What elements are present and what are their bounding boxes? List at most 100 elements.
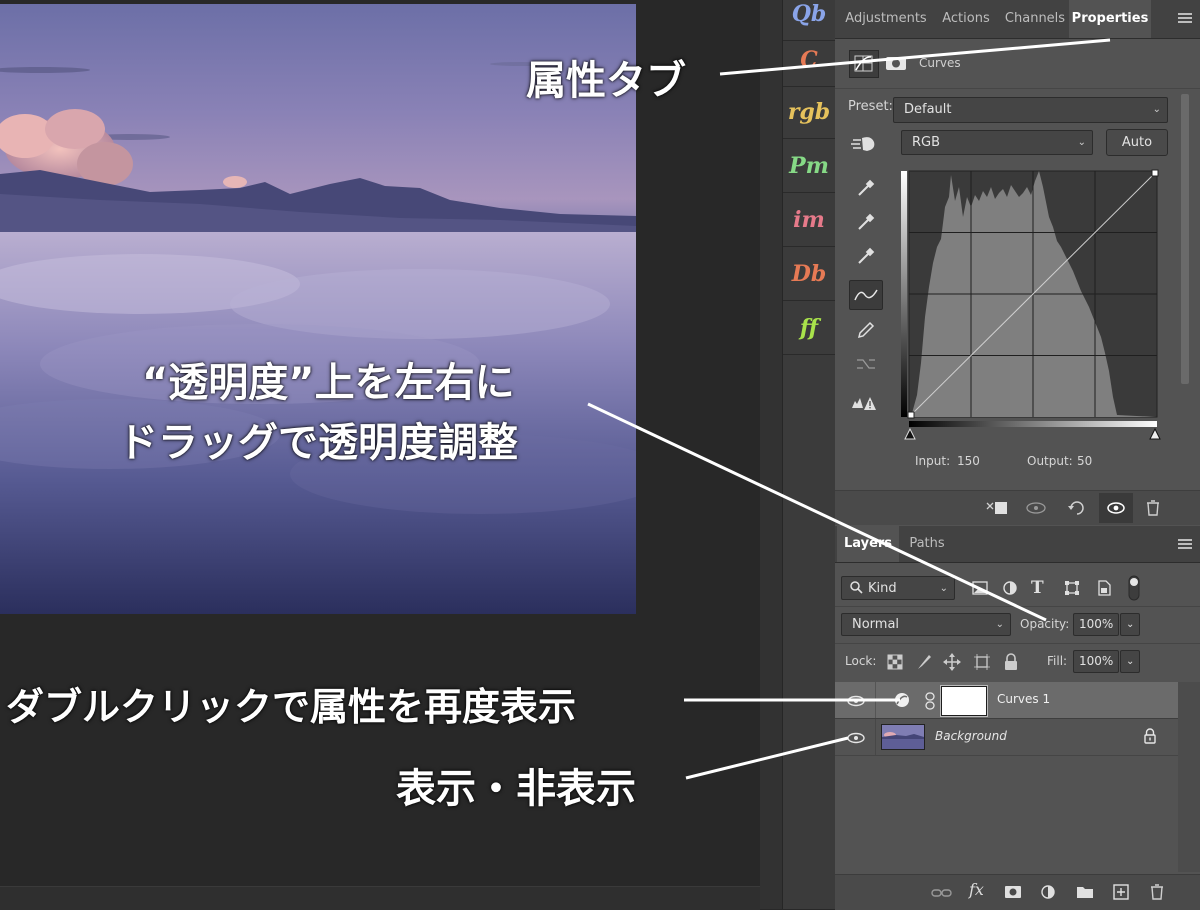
- fill-dropdown[interactable]: ⌄: [1120, 650, 1140, 673]
- targeted-adjustment-hand-icon[interactable]: [849, 132, 879, 156]
- lock-icon: [1143, 727, 1157, 745]
- plugin-qb-label: Qb: [791, 1, 827, 27]
- clipping-warning-icon[interactable]: [849, 388, 879, 416]
- chevron-down-icon: ⌄: [1152, 104, 1161, 115]
- chevron-down-icon: ⌄: [939, 583, 948, 594]
- plugin-db-button[interactable]: Db: [783, 248, 835, 301]
- chevron-down-icon: ⌄: [995, 619, 1004, 630]
- filter-toggle-switch[interactable]: [1127, 574, 1141, 602]
- shape-layer-filter-icon[interactable]: [1063, 579, 1081, 597]
- opacity-dropdown[interactable]: ⌄: [1120, 613, 1140, 636]
- reset-icon[interactable]: [1065, 499, 1091, 517]
- visibility-eye-icon[interactable]: [845, 730, 867, 744]
- layer-name[interactable]: Background: [935, 729, 1007, 743]
- blend-mode-value: Normal: [852, 617, 900, 632]
- preset-select[interactable]: Default ⌄: [893, 97, 1168, 123]
- annotation-visibility: 表示・非表示: [396, 766, 636, 812]
- blend-mode-select[interactable]: Normal ⌄: [841, 613, 1011, 636]
- lock-transparent-pixels-icon[interactable]: [887, 654, 903, 670]
- adjustment-layer-filter-icon[interactable]: [1001, 579, 1019, 597]
- output-value: 50: [1077, 454, 1093, 468]
- visibility-eye-icon[interactable]: [845, 693, 867, 707]
- layer-row-curves[interactable]: Curves 1: [835, 682, 1178, 718]
- black-point-eyedropper-icon[interactable]: [851, 174, 881, 202]
- curves-adjustment-icon[interactable]: [893, 691, 911, 709]
- divider: [875, 682, 876, 718]
- link-layers-icon[interactable]: [931, 884, 953, 902]
- plugin-rgb-label: rgb: [787, 99, 831, 125]
- new-layer-icon[interactable]: [1111, 883, 1131, 901]
- chevron-down-icon: ⌄: [1077, 137, 1086, 148]
- adjustment-title: Curves: [919, 56, 961, 70]
- channel-value: RGB: [912, 135, 941, 150]
- properties-scrollbar[interactable]: [1181, 94, 1189, 384]
- auto-button[interactable]: Auto: [1106, 129, 1168, 156]
- lock-position-icon[interactable]: [943, 653, 961, 671]
- layer-name[interactable]: Curves 1: [997, 692, 1050, 706]
- smooth-curve-icon: [851, 350, 881, 378]
- input-label: Input:: [915, 454, 951, 468]
- view-previous-state-icon[interactable]: [1025, 499, 1051, 517]
- tab-paths[interactable]: Paths: [901, 526, 953, 562]
- divider: [875, 719, 876, 755]
- plugin-db-label: Db: [791, 261, 827, 287]
- delete-layer-icon[interactable]: [1147, 882, 1167, 902]
- fill-input[interactable]: 100%: [1073, 650, 1119, 673]
- toggle-visibility-button[interactable]: [1099, 493, 1133, 523]
- tab-channels[interactable]: Channels: [1001, 0, 1069, 38]
- fill-label[interactable]: Fill:: [1047, 654, 1067, 668]
- tab-adjustments[interactable]: Adjustments: [840, 0, 932, 38]
- layer-style-fx-button[interactable]: fx: [969, 880, 993, 902]
- tab-layers[interactable]: Layers: [837, 526, 899, 562]
- layer-thumbnail[interactable]: [881, 724, 925, 750]
- plugin-c-label: C: [800, 47, 818, 73]
- panel-gutter: [760, 0, 782, 909]
- plugin-c-button[interactable]: C: [783, 34, 835, 87]
- type-layer-filter-icon[interactable]: T: [1031, 578, 1049, 598]
- search-icon: [849, 577, 863, 608]
- lock-all-icon[interactable]: [1003, 653, 1019, 671]
- plugin-ff-button[interactable]: ff: [783, 302, 835, 355]
- divider: [835, 755, 1178, 756]
- pencil-icon[interactable]: [851, 316, 881, 344]
- lock-artboard-icon[interactable]: [973, 653, 991, 671]
- layer-row-background[interactable]: Background: [835, 719, 1178, 755]
- canvas-scrollbar[interactable]: [0, 886, 760, 910]
- layers-menu-icon[interactable]: [1178, 539, 1192, 549]
- lock-image-pixels-icon[interactable]: [915, 653, 933, 671]
- delete-icon[interactable]: [1143, 498, 1163, 518]
- curves-graph[interactable]: [897, 167, 1161, 443]
- new-group-folder-icon[interactable]: [1075, 883, 1095, 901]
- gray-point-eyedropper-icon[interactable]: [851, 208, 881, 236]
- plugin-im-button[interactable]: im: [783, 194, 835, 247]
- edit-points-curve-icon[interactable]: [849, 280, 883, 310]
- layers-scroll-track[interactable]: [1178, 682, 1200, 872]
- smart-object-filter-icon[interactable]: [1095, 579, 1113, 597]
- layers-footer: fx: [835, 874, 1200, 910]
- input-value: 150: [957, 454, 980, 468]
- channel-select[interactable]: RGB ⌄: [901, 130, 1093, 155]
- properties-menu-icon[interactable]: [1178, 13, 1192, 23]
- annotation-opacity-line2: ドラッグで透明度調整: [118, 420, 518, 466]
- divider: [835, 606, 1200, 607]
- new-adjustment-layer-icon[interactable]: [1039, 883, 1059, 901]
- divider: [835, 643, 1200, 644]
- add-mask-icon[interactable]: [1003, 883, 1023, 901]
- layer-mask-icon: [885, 55, 909, 72]
- opacity-label[interactable]: Opacity:: [1020, 617, 1069, 631]
- mask-link-icon[interactable]: [923, 692, 937, 710]
- layer-filter-select[interactable]: Kind ⌄: [841, 576, 955, 600]
- plugin-rgb-button[interactable]: rgb: [783, 86, 835, 139]
- filter-kind-value: Kind: [868, 581, 897, 596]
- plugin-im-label: im: [793, 207, 825, 233]
- opacity-input[interactable]: 100%: [1073, 613, 1119, 636]
- tab-properties[interactable]: Properties: [1069, 0, 1151, 38]
- tab-actions[interactable]: Actions: [934, 0, 998, 38]
- pixel-layer-filter-icon[interactable]: [971, 579, 989, 597]
- layer-mask-thumbnail[interactable]: [941, 686, 987, 716]
- plugin-pm-button[interactable]: Pm: [783, 140, 835, 193]
- clip-to-layer-icon[interactable]: [985, 499, 1011, 517]
- preset-label: Preset:: [848, 99, 893, 114]
- chevron-down-icon: ⌄: [1126, 619, 1135, 630]
- white-point-eyedropper-icon[interactable]: [851, 242, 881, 270]
